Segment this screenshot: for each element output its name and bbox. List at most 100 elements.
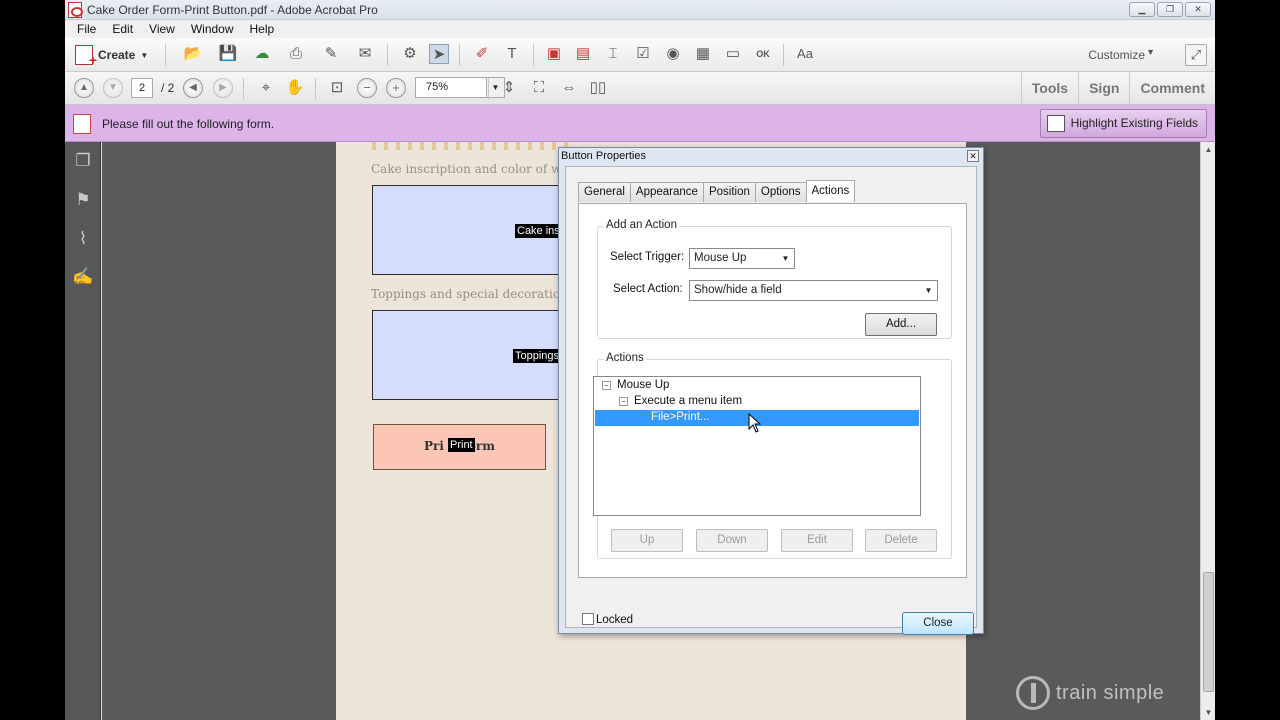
down-button[interactable]: Down [696, 529, 768, 552]
train-simple-watermark: train simple [1016, 676, 1164, 710]
checkbox-tool-icon[interactable]: ☑ [633, 44, 653, 64]
vertical-scrollbar[interactable]: ▲ ▼ [1200, 142, 1215, 720]
tab-appearance[interactable]: Appearance [629, 182, 704, 202]
form-tool-1-icon[interactable]: ▣ [544, 44, 564, 64]
last-page-icon[interactable]: ▶ [213, 78, 233, 98]
edit-document-icon[interactable]: ✎ [321, 44, 341, 64]
actions-tree[interactable]: − Mouse Up − Execute a menu item File>Prin… [593, 376, 921, 516]
collapse-icon[interactable]: − [602, 381, 611, 390]
tree-node-mouse-up[interactable]: − Mouse Up [602, 379, 669, 391]
select-trigger-value: Mouse Up [694, 252, 747, 264]
fullscreen-icon[interactable]: ⤢ [1185, 44, 1207, 66]
menu-window[interactable]: Window [183, 20, 242, 38]
form-tool-2-icon[interactable]: ▤ [573, 44, 593, 64]
bookmark-icon[interactable]: ⚑ [72, 189, 94, 211]
tab-position[interactable]: Position [702, 182, 756, 202]
save-icon[interactable]: 💾 [218, 44, 238, 64]
select-trigger-label: Select Trigger: [610, 251, 685, 263]
scroll-down-icon[interactable]: ▼ [1201, 705, 1215, 720]
navigation-pane: ❐ ⚑ ⌇ ✍ [65, 142, 101, 720]
zoom-select[interactable]: 75% ▼ [415, 77, 505, 98]
scroll-up-icon[interactable]: ▲ [1201, 142, 1215, 157]
customize-menu[interactable]: Customize [1088, 48, 1145, 62]
toolbar-divider [488, 78, 489, 100]
sign-pane-tab[interactable]: Sign [1078, 72, 1129, 104]
select-object-icon[interactable]: ➤ [429, 44, 449, 64]
page-thumbnails-icon[interactable]: ❐ [72, 150, 94, 172]
radio-tool-icon[interactable]: ◉ [663, 44, 683, 64]
text-field-tool-icon[interactable]: ⌶ [603, 44, 623, 64]
list-box-tool-icon[interactable]: ▦ [693, 44, 713, 64]
close-button[interactable]: Close [902, 612, 974, 635]
marquee-zoom-icon[interactable]: ⊡ [327, 78, 347, 98]
main-toolbar: Create ▼ 📂 💾 ☁ ⎙ ✎ ✉ ⚙ ➤ ✐ T ▣ ▤ ⌶ ☑ ◉ ▦… [65, 38, 1215, 72]
collapse-icon[interactable]: − [619, 397, 628, 406]
button-tool-icon[interactable]: OK [753, 44, 773, 64]
select-cursor-icon[interactable]: ⌖ [256, 78, 276, 98]
close-icon[interactable]: ✕ [967, 150, 979, 162]
next-page-icon[interactable]: ▼ [103, 78, 123, 98]
cloud-upload-icon[interactable]: ☁ [252, 44, 272, 64]
form-edit-icon[interactable]: ✐ [472, 44, 492, 64]
highlight-fields-button[interactable]: Highlight Existing Fields [1039, 109, 1207, 138]
font-size-icon[interactable]: Aa [795, 44, 815, 64]
restore-button[interactable]: ❐ [1157, 2, 1183, 17]
menu-view[interactable]: View [141, 20, 183, 38]
menu-bar: File Edit View Window Help [65, 20, 1215, 38]
tab-actions[interactable]: Actions [805, 180, 856, 202]
close-window-button[interactable]: ✕ [1185, 2, 1211, 17]
hand-tool-icon[interactable]: ✋ [285, 78, 305, 98]
two-page-icon[interactable]: ▯▯ [588, 78, 608, 98]
dropdown-tool-icon[interactable]: ▭ [723, 44, 743, 64]
locked-checkbox[interactable]: Locked [582, 613, 633, 626]
tab-general[interactable]: General [578, 182, 631, 202]
pdf-app-icon [68, 2, 83, 18]
menu-help[interactable]: Help [242, 20, 283, 38]
create-pdf-icon [75, 45, 97, 68]
open-folder-icon[interactable]: 📂 [183, 44, 203, 64]
zoom-in-icon[interactable]: + [386, 78, 406, 98]
edit-button[interactable]: Edit [781, 529, 853, 552]
tools-pane-tab[interactable]: Tools [1020, 72, 1078, 104]
toolbar-divider [315, 78, 316, 100]
gear-icon[interactable]: ⚙ [400, 44, 420, 64]
tab-options[interactable]: Options [754, 182, 807, 202]
up-button[interactable]: Up [611, 529, 683, 552]
create-label: Create [98, 48, 136, 62]
menu-file[interactable]: File [69, 20, 104, 38]
print-icon[interactable]: ⎙ [286, 44, 306, 64]
add-action-button[interactable]: Add... [865, 313, 937, 336]
comment-pane-tab[interactable]: Comment [1129, 72, 1215, 104]
select-action-label: Select Action: [613, 283, 683, 295]
zoom-out-icon[interactable]: − [357, 78, 377, 98]
text-field-icon[interactable]: T [502, 44, 522, 64]
toppings-label: Toppings and special decoration r [371, 287, 578, 301]
highlight-fields-label: Highlight Existing Fields [1070, 116, 1198, 130]
attachment-icon[interactable]: ⌇ [72, 228, 94, 250]
select-trigger-dropdown[interactable]: Mouse Up ▼ [689, 248, 795, 269]
menu-edit[interactable]: Edit [104, 20, 141, 38]
create-button[interactable]: Create ▼ [75, 45, 148, 68]
tree-node-execute-menu-item[interactable]: − Execute a menu item [619, 395, 742, 407]
fit-width-icon[interactable]: ⇔ [559, 78, 579, 98]
fit-page-icon[interactable]: ⛶ [529, 78, 549, 98]
first-page-icon[interactable]: ◀ [183, 78, 203, 98]
inscription-label: Cake inscription and color of writ [371, 162, 576, 176]
checkbox-icon[interactable] [582, 613, 594, 625]
minimize-button[interactable]: ▁ [1129, 2, 1155, 17]
dialog-tabs: General Appearance Position Options Acti… [578, 180, 856, 202]
window-controls: ▁ ❐ ✕ [1129, 2, 1211, 17]
delete-button[interactable]: Delete [865, 529, 937, 552]
page-total: / 2 [161, 81, 175, 95]
email-icon[interactable]: ✉ [355, 44, 375, 64]
previous-page-icon[interactable]: ▲ [74, 78, 94, 98]
dialog-title: Button Properties [561, 150, 646, 162]
form-icon [73, 114, 91, 134]
print-button-tag: Print [448, 438, 475, 452]
select-action-dropdown[interactable]: Show/hide a field ▼ [689, 280, 938, 301]
page-number-input[interactable]: 2 [131, 78, 153, 98]
scroll-mode-icon[interactable]: ⇕ [499, 78, 519, 98]
print-form-button[interactable]: Pri orm Print [373, 424, 546, 470]
signature-icon[interactable]: ✍ [72, 266, 94, 288]
scrollbar-thumb[interactable] [1203, 572, 1214, 692]
